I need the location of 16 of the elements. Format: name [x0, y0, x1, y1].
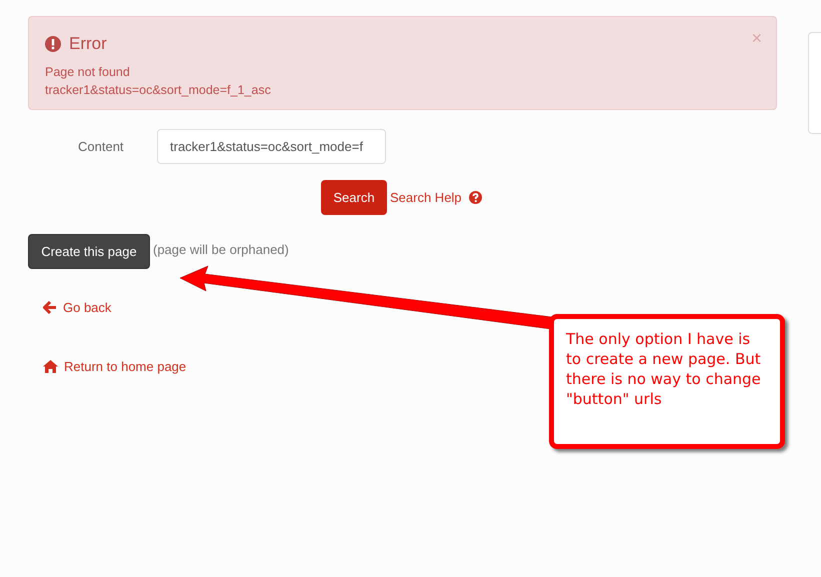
search-button[interactable]: Search [321, 180, 387, 215]
home-link[interactable]: Return to home page [64, 356, 186, 376]
search-help-link[interactable]: Search Help [390, 188, 462, 208]
help-icon [468, 191, 482, 204]
content-label: Content [78, 138, 125, 156]
exclamation-icon [45, 36, 61, 52]
create-page-button[interactable]: Create this page [28, 234, 150, 269]
alert-message: Page not found [45, 64, 131, 80]
alert-title: Error [69, 33, 107, 55]
annotation-text: The only option I have is to create a new page. But there is no way to change "button" urls [566, 329, 762, 409]
alert-message: tracker1&status=oc&sort_mode=f_1_asc [45, 82, 272, 98]
orphaned-note: (page will be orphaned) [153, 240, 289, 259]
back-link[interactable]: Go back [63, 298, 112, 318]
home-icon [43, 360, 58, 373]
content-field[interactable]: tracker1&status=oc&sort_mode=f [157, 129, 386, 164]
back-arrow-icon [43, 301, 57, 314]
